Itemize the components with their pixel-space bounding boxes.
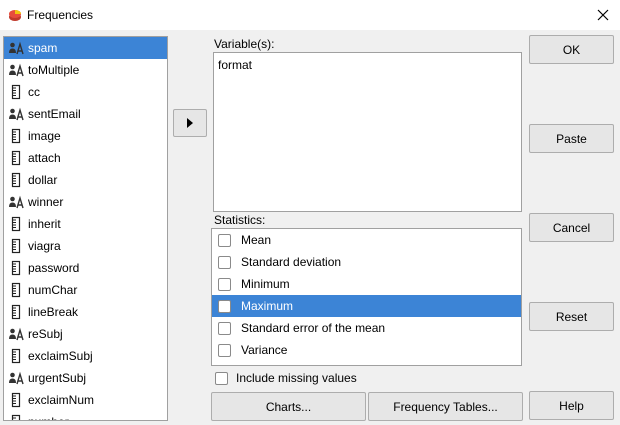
scale-icon [11,84,21,100]
variable-label: password [28,261,80,275]
variable-label: dollar [28,173,58,187]
statistic-option[interactable]: Standard deviation [212,251,521,273]
nominal-icon [9,327,24,341]
variable-label: spam [28,41,58,55]
variable-item[interactable]: number [4,411,167,420]
statistic-label: Maximum [241,299,294,313]
target-variable-item[interactable]: format [218,58,517,72]
frequency-tables-button[interactable]: Frequency Tables... [368,392,523,421]
include-missing-checkbox[interactable] [215,371,228,385]
scale-icon [11,348,21,364]
variable-item[interactable]: exclaimNum [4,389,167,411]
variable-label: exclaimNum [28,393,95,407]
arrow-right-icon [187,118,193,128]
app-icon [9,10,21,21]
scale-icon [11,414,21,420]
scale-icon [11,304,21,320]
variable-item[interactable]: toMultiple [4,59,167,81]
variable-item[interactable]: cc [4,81,167,103]
nominal-icon [9,195,24,209]
nominal-icon [9,41,24,55]
variable-label: attach [28,151,61,165]
variable-item[interactable]: password [4,257,167,279]
window-title: Frequencies [27,8,94,22]
variable-label: number [28,415,69,420]
variable-label: inherit [28,217,61,231]
move-variable-button[interactable] [173,109,207,137]
scale-icon [11,282,21,298]
statistic-label: Minimum [241,277,290,291]
variable-label: sentEmail [28,107,81,121]
variable-item[interactable]: numChar [4,279,167,301]
reset-button[interactable]: Reset [529,302,614,331]
source-variable-list[interactable]: spam toMultiple cc sentEmail image attach doll… [3,36,168,421]
statistic-option[interactable]: Mean [212,229,521,251]
variable-label: exclaimSubj [28,349,93,363]
variable-item[interactable]: spam [4,37,167,59]
scale-icon [11,238,21,254]
target-variable-list[interactable]: format [213,52,522,212]
statistic-option[interactable]: Maximum [212,295,521,317]
variable-label: image [28,129,61,143]
variable-item[interactable]: inherit [4,213,167,235]
statistic-checkbox[interactable] [218,299,231,313]
include-missing-label: Include missing values [236,371,357,385]
title-bar: Frequencies [0,0,620,30]
scale-icon [11,392,21,408]
statistic-label: Standard deviation [241,255,342,269]
variable-label: urgentSubj [28,371,87,385]
close-button[interactable] [586,0,620,30]
nominal-icon [9,63,24,77]
variable-item[interactable]: viagra [4,235,167,257]
statistics-list: Mean Standard deviation Minimum Maximum Stan… [211,228,522,366]
scale-icon [11,172,21,188]
statistics-label: Statistics: [214,213,266,227]
scale-icon [11,128,21,144]
statistic-checkbox[interactable] [218,233,231,247]
close-icon [597,9,609,21]
variable-item[interactable]: exclaimSubj [4,345,167,367]
variable-item[interactable]: urgentSubj [4,367,167,389]
variable-label: lineBreak [28,305,79,319]
statistic-checkbox[interactable] [218,277,231,291]
statistic-label: Mean [241,233,272,247]
statistic-option[interactable]: Minimum [212,273,521,295]
variable-item[interactable]: reSubj [4,323,167,345]
include-missing-option[interactable]: Include missing values [215,371,357,385]
statistic-label: Variance [241,343,288,357]
paste-button[interactable]: Paste [529,124,614,153]
statistic-option[interactable]: Standard error of the mean [212,317,521,339]
variable-label: cc [28,85,40,99]
statistic-checkbox[interactable] [218,255,231,269]
statistic-option[interactable]: Variance [212,339,521,361]
variable-item[interactable]: attach [4,147,167,169]
help-button[interactable]: Help [529,391,614,420]
variable-item[interactable]: image [4,125,167,147]
statistic-checkbox[interactable] [218,321,231,335]
scale-icon [11,150,21,166]
nominal-icon [9,107,24,121]
variable-item[interactable]: sentEmail [4,103,167,125]
scale-icon [11,216,21,232]
target-variables-label: Variable(s): [214,37,275,51]
statistic-checkbox[interactable] [218,343,231,357]
ok-button[interactable]: OK [529,35,614,64]
variable-item[interactable]: dollar [4,169,167,191]
variable-label: viagra [28,239,61,253]
nominal-icon [9,371,24,385]
variable-label: numChar [28,283,78,297]
variable-label: reSubj [28,327,63,341]
variable-item[interactable]: winner [4,191,167,213]
statistic-label: Standard error of the mean [241,321,386,335]
variable-item[interactable]: lineBreak [4,301,167,323]
cancel-button[interactable]: Cancel [529,213,614,242]
charts-button[interactable]: Charts... [211,392,366,421]
variable-label: toMultiple [28,63,80,77]
scale-icon [11,260,21,276]
variable-label: winner [28,195,64,209]
